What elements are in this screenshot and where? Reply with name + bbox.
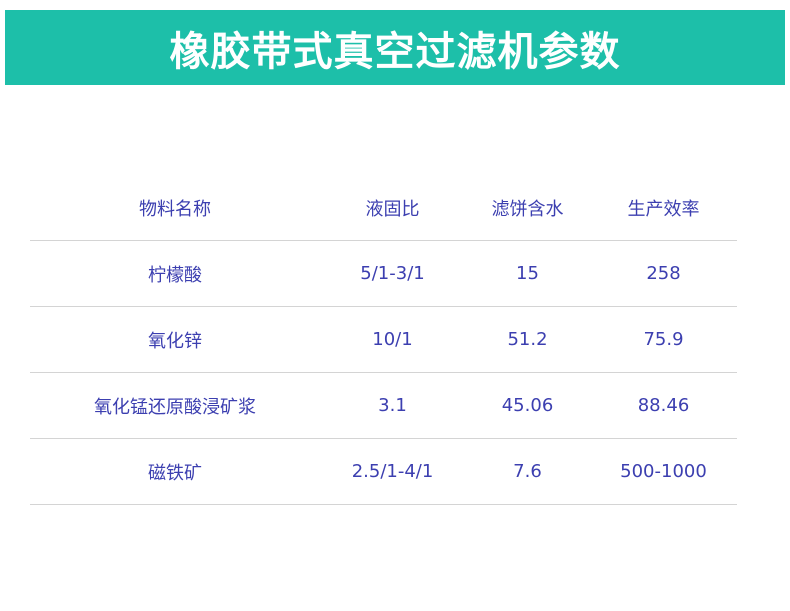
cell-material-name: 氧化锰还原酸浸矿浆 <box>30 372 320 439</box>
table-row: 柠檬酸 5/1-3/1 15 258 <box>30 240 737 307</box>
title-banner: 橡胶带式真空过滤机参数 <box>5 10 785 85</box>
cell-material-name: 氧化锌 <box>30 306 320 373</box>
header-production-efficiency: 生产效率 <box>590 175 737 241</box>
table-row: 氧化锌 10/1 51.2 75.9 <box>30 306 737 373</box>
cell-cake-moisture: 51.2 <box>465 306 590 373</box>
cell-cake-moisture: 45.06 <box>465 372 590 439</box>
cell-liquid-solid-ratio: 2.5/1-4/1 <box>320 438 465 505</box>
cell-material-name: 柠檬酸 <box>30 240 320 307</box>
parameters-table: 物料名称 液固比 滤饼含水 生产效率 柠檬酸 5/1-3/1 15 258 氧化… <box>30 175 737 505</box>
table-row: 氧化锰还原酸浸矿浆 3.1 45.06 88.46 <box>30 372 737 439</box>
page-title: 橡胶带式真空过滤机参数 <box>169 28 621 75</box>
table-header-row: 物料名称 液固比 滤饼含水 生产效率 <box>30 175 737 241</box>
cell-production-efficiency: 258 <box>590 240 737 307</box>
cell-material-name: 磁铁矿 <box>30 438 320 505</box>
cell-liquid-solid-ratio: 5/1-3/1 <box>320 240 465 307</box>
page: 橡胶带式真空过滤机参数 物料名称 液固比 滤饼含水 生产效率 柠檬酸 5/1-3… <box>0 0 790 611</box>
cell-production-efficiency: 75.9 <box>590 306 737 373</box>
cell-production-efficiency: 500-1000 <box>590 438 737 505</box>
cell-production-efficiency: 88.46 <box>590 372 737 439</box>
cell-cake-moisture: 15 <box>465 240 590 307</box>
cell-liquid-solid-ratio: 10/1 <box>320 306 465 373</box>
cell-liquid-solid-ratio: 3.1 <box>320 372 465 439</box>
cell-cake-moisture: 7.6 <box>465 438 590 505</box>
table-row: 磁铁矿 2.5/1-4/1 7.6 500-1000 <box>30 438 737 505</box>
header-material-name: 物料名称 <box>30 175 320 241</box>
header-liquid-solid-ratio: 液固比 <box>320 175 465 241</box>
header-cake-moisture: 滤饼含水 <box>465 175 590 241</box>
